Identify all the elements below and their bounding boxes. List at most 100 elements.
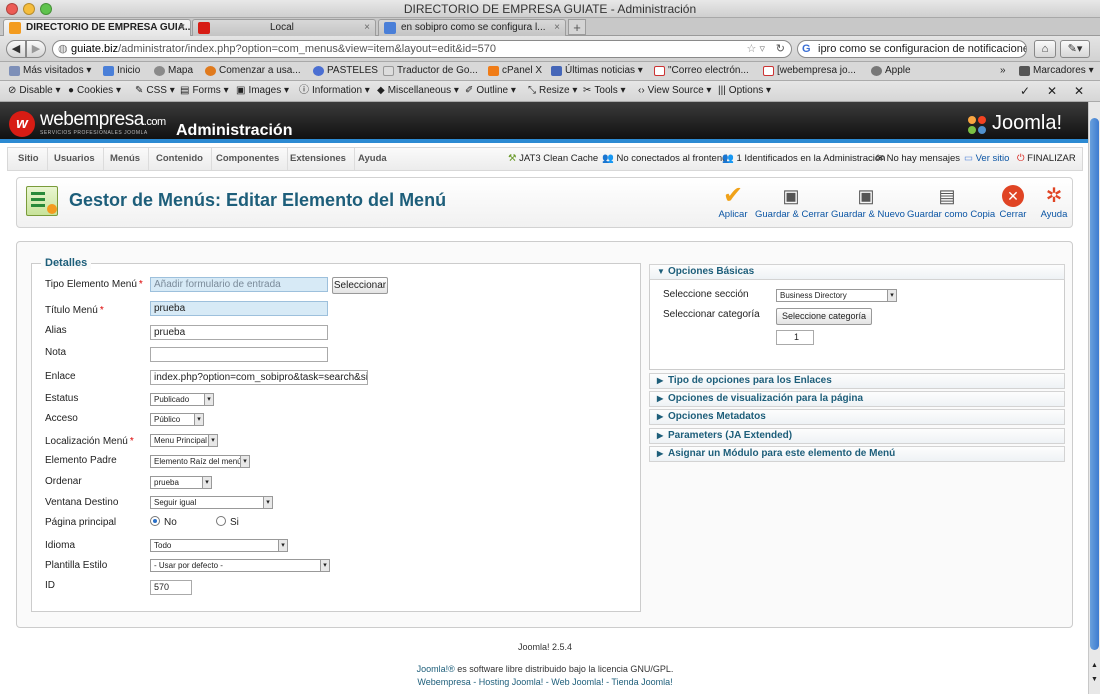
title-field[interactable]: prueba (150, 301, 328, 316)
save-copy-button[interactable]: ▤ Guardar como Copia (907, 182, 995, 220)
dev-css[interactable]: ✎ CSS ▾ (135, 81, 175, 101)
tab-google-search[interactable]: en sobipro como se configura l... × (378, 19, 566, 36)
bookmark-comenzar[interactable]: Comenzar a usa... (204, 62, 301, 80)
basic-options-header[interactable]: ▼ Opciones Básicas (649, 264, 1065, 280)
menu-ayuda[interactable]: Ayuda (350, 148, 395, 170)
dev-disable[interactable]: ⊘ Disable ▾ (8, 81, 61, 101)
dev-images[interactable]: ▣ Images ▾ (236, 81, 289, 101)
tab-local[interactable]: Local × (192, 19, 376, 36)
link-options-header[interactable]: ▶ Tipo de opciones para los Enlaces (649, 373, 1065, 389)
page-scrollbar[interactable]: ▲ ▼ (1088, 102, 1100, 694)
dev-options[interactable]: ||| Options ▾ (718, 81, 771, 101)
bookmark-inicio[interactable]: Inicio (102, 62, 140, 80)
close-tab-icon[interactable]: × (364, 20, 370, 36)
bookmark-traductor[interactable]: Traductor de Go... (382, 62, 478, 80)
dropdown-arrow-icon: ▾ (204, 394, 213, 405)
menu-extensiones[interactable]: Extensiones (282, 148, 355, 170)
screen-icon: ▭ (964, 153, 973, 164)
section-select[interactable]: Business Directory ▾ (776, 289, 897, 302)
dev-stop-icon[interactable]: ✕ (1047, 81, 1057, 101)
bookmark-cpanel[interactable]: cPanel X (487, 62, 542, 80)
menu-menus[interactable]: Menús (102, 148, 150, 170)
template-select[interactable]: - Usar por defecto - ▾ (150, 559, 330, 572)
apply-button[interactable]: ✔ Aplicar (715, 182, 751, 221)
scroll-down-icon[interactable]: ▼ (1091, 676, 1098, 683)
note-field[interactable] (150, 347, 328, 362)
dev-check-icon[interactable]: ✓ (1020, 81, 1030, 101)
bookmark-ultimas-noticias[interactable]: Últimas noticias ▾ (550, 62, 643, 80)
web-developer-toolbar: ⊘ Disable ▾ ● Cookies ▾ ✎ CSS ▾ ▤ Forms ▾ ▣ I… (0, 81, 1100, 102)
dev-outline[interactable]: ✐ Outline ▾ (465, 81, 516, 101)
footer-links[interactable]: Webempresa - Hosting Joomla! - Web Jooml… (0, 677, 1090, 687)
dev-tools[interactable]: ✂ Tools ▾ (583, 81, 626, 101)
close-window-icon[interactable] (6, 3, 18, 15)
order-select[interactable]: prueba ▾ (150, 476, 212, 489)
home-no-radio[interactable] (150, 516, 160, 526)
location-select[interactable]: Menu Principal ▾ (150, 434, 218, 447)
help-button[interactable]: ✲ Ayuda (1037, 182, 1071, 220)
dev-forms[interactable]: ▤ Forms ▾ (180, 81, 229, 101)
home-button[interactable]: ⌂ (1034, 40, 1056, 58)
reload-icon[interactable]: ↻ (776, 41, 785, 57)
close-tab-icon[interactable]: × (179, 20, 185, 36)
dev-resize[interactable]: ⤡ Resize ▾ (528, 81, 577, 101)
parent-select[interactable]: Elemento Raíz del menú ▾ (150, 455, 250, 468)
cache-link[interactable]: ⚒ JAT3 Clean Cache (508, 148, 598, 170)
bookmark-correo[interactable]: "Correo electrón... (653, 62, 749, 80)
menu-componentes[interactable]: Componentes (208, 148, 289, 170)
bookmark-mapa[interactable]: Mapa (153, 62, 193, 80)
scroll-up-icon[interactable]: ▲ (1091, 662, 1098, 669)
zoom-window-icon[interactable] (40, 3, 52, 15)
menu-sitio[interactable]: Sitio (10, 148, 48, 170)
dev-view-source[interactable]: ‹› View Source ▾ (638, 81, 711, 101)
bookmark-webempresa[interactable]: [webempresa jo... (762, 62, 856, 80)
target-select[interactable]: Seguir igual ▾ (150, 496, 273, 509)
messages-status[interactable]: ✉ No hay mensajes (876, 148, 960, 170)
save-close-button[interactable]: ▣ Guardar & Cerrar (755, 182, 828, 220)
dev-cookies[interactable]: ● Cookies ▾ (68, 81, 121, 101)
module-assignment-header[interactable]: ▶ Asignar un Módulo para este elemento de… (649, 446, 1065, 462)
search-bar[interactable]: G ipro como se configuracion de notifica… (797, 40, 1027, 58)
access-select[interactable]: Público ▾ (150, 413, 204, 426)
close-tab-icon[interactable]: × (554, 20, 560, 36)
alias-field[interactable]: prueba (150, 325, 328, 340)
tab-directorio[interactable]: DIRECTORIO DE EMPRESA GUIA... × (3, 19, 191, 36)
bookmark-apple[interactable]: Apple (870, 62, 911, 80)
images-icon: ▣ (236, 85, 246, 96)
logout-link[interactable]: ⏻ FINALIZAR (1017, 148, 1076, 170)
bookmark-pasteles[interactable]: PASTELES (312, 62, 378, 80)
back-button[interactable]: ◀ (6, 40, 26, 58)
dev-close-icon[interactable]: ✕ (1074, 81, 1084, 101)
view-site-link[interactable]: ▭ Ver sitio (964, 148, 1009, 170)
status-select[interactable]: Publicado ▾ (150, 393, 214, 406)
select-type-button[interactable]: Seleccionar (332, 277, 388, 294)
forward-button[interactable]: ▶ (26, 40, 46, 58)
dropdown-arrow-icon: ▾ (208, 435, 217, 446)
menu-contenido[interactable]: Contenido (148, 148, 212, 170)
bookmarks-overflow-button[interactable]: » (988, 62, 1006, 80)
scrollbar-thumb[interactable] (1090, 118, 1099, 650)
ja-extended-header[interactable]: ▶ Parameters (JA Extended) (649, 428, 1065, 444)
type-field[interactable]: Añadir formulario de entrada (150, 277, 328, 292)
close-button[interactable]: ✕ Cerrar (995, 182, 1031, 220)
link-field[interactable]: index.php?option=com_sobipro&task=search… (150, 370, 368, 385)
extensions-button[interactable]: ✎▾ (1060, 40, 1090, 58)
url-bar[interactable]: ◍ guiate.biz/administrator/index.php?opt… (52, 40, 792, 58)
select-category-button[interactable]: Seleccione categoría (776, 308, 872, 325)
save-new-button[interactable]: ▣ Guardar & Nuevo (831, 182, 905, 220)
metadata-options-header[interactable]: ▶ Opciones Metadatos (649, 409, 1065, 425)
minimize-window-icon[interactable] (23, 3, 35, 15)
bookmark-mas-visitados[interactable]: Más visitados ▾ (8, 62, 91, 80)
bookmark-star-icon[interactable]: ☆ ▿ (747, 41, 765, 57)
home-yes-radio[interactable] (216, 516, 226, 526)
joomla-link[interactable]: Joomla!® (417, 664, 455, 674)
new-tab-button[interactable]: + (568, 19, 586, 35)
display-options-header[interactable]: ▶ Opciones de visualización para la págin… (649, 391, 1065, 407)
dropdown-arrow-icon: ▾ (320, 560, 329, 571)
menu-usuarios[interactable]: Usuarios (46, 148, 104, 170)
dev-miscellaneous[interactable]: ◆ Miscellaneous ▾ (377, 81, 459, 101)
bookmarks-menu[interactable]: Marcadores ▾ (1018, 62, 1094, 80)
language-select[interactable]: Todo ▾ (150, 539, 288, 552)
category-id-field[interactable]: 1 (776, 330, 814, 345)
dev-information[interactable]: ⓘ Information ▾ (299, 81, 370, 101)
